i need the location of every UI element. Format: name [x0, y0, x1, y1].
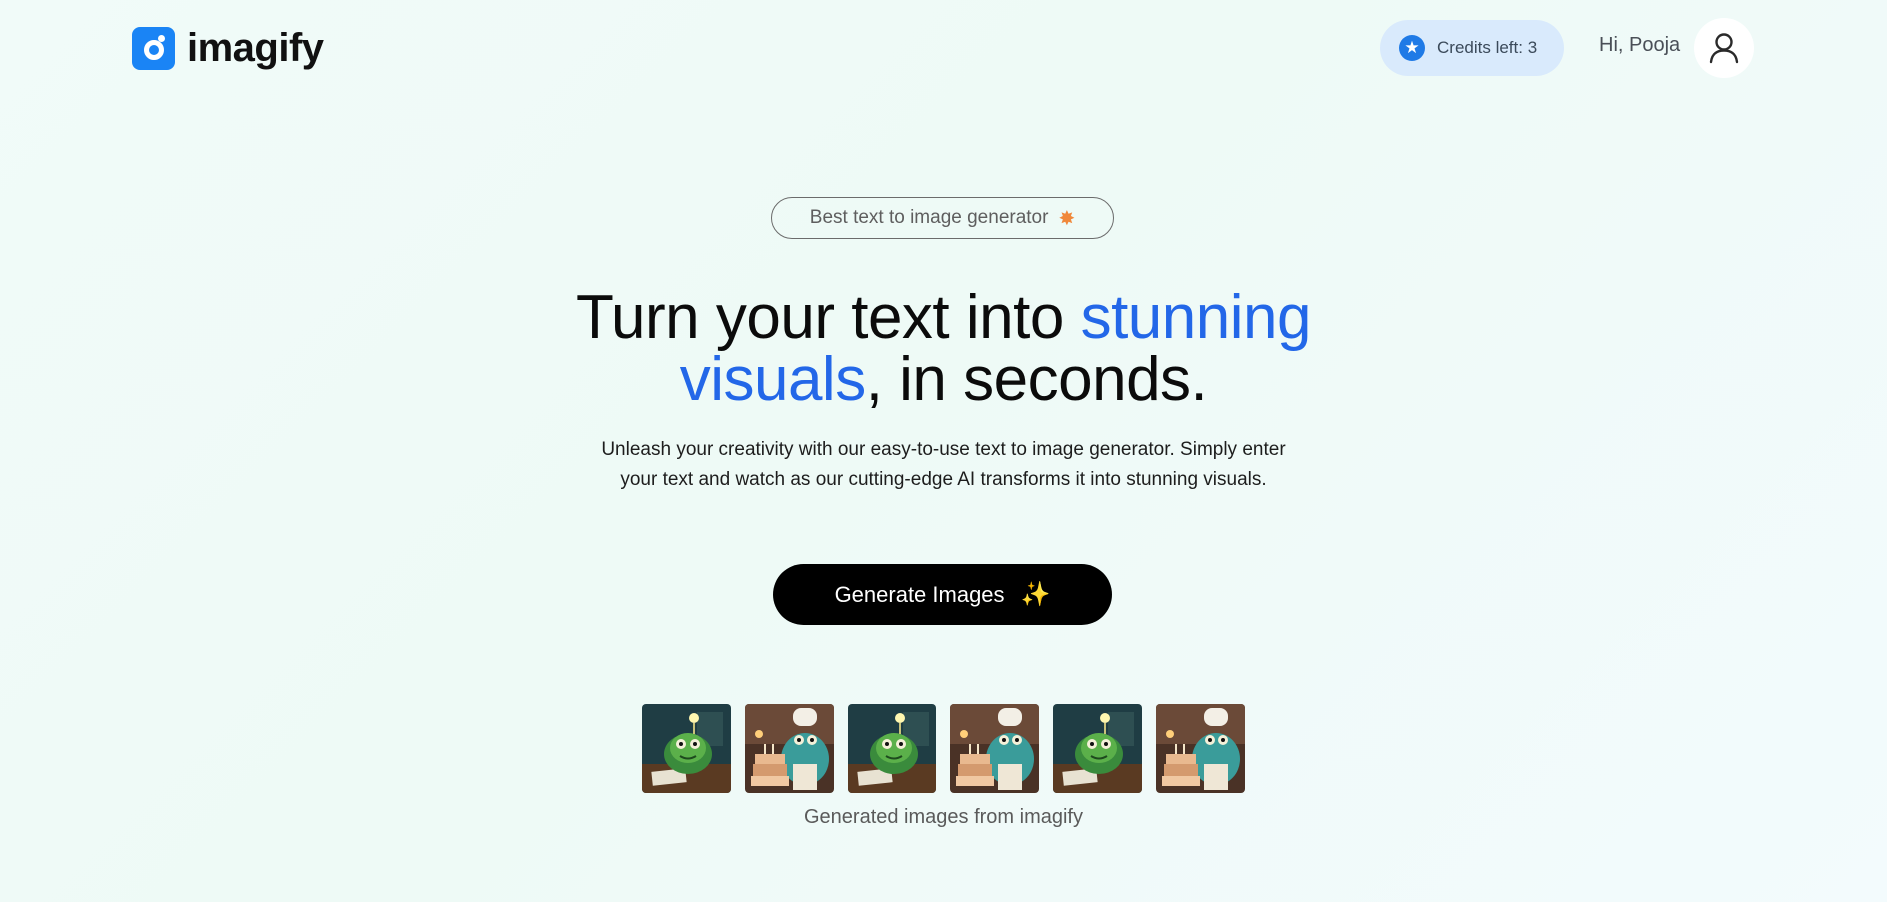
gallery-image[interactable] — [950, 704, 1040, 793]
gallery-image[interactable] — [642, 704, 731, 793]
logo-icon — [132, 26, 175, 70]
logo[interactable]: imagify — [132, 26, 324, 70]
tagline-badge: Best text to image generator ✸ — [771, 197, 1114, 239]
user-avatar[interactable] — [1694, 18, 1754, 78]
generate-images-label: Generate Images — [834, 581, 1005, 607]
sample-gallery — [642, 704, 1245, 794]
user-greeting: Hi, Pooja — [1599, 34, 1681, 56]
top-nav: imagify ★ Credits left: 3 Hi, Pooja — [0, 0, 1887, 96]
user-icon — [1709, 33, 1739, 64]
logo-text: imagify — [187, 26, 324, 70]
gallery-image[interactable] — [744, 704, 834, 793]
headline-text-2: , in seconds. — [865, 345, 1208, 414]
tagline-text: Best text to image generator — [809, 207, 1049, 228]
headline-text-1: Turn your text into — [575, 283, 1081, 352]
headline-accent-1: stunning — [1080, 283, 1312, 352]
gallery-image[interactable] — [1053, 704, 1143, 793]
star-icon: ★ — [1399, 35, 1425, 61]
gallery-caption: Generated images from imagify — [803, 806, 1083, 828]
sparkles-icon: ✨ — [1020, 581, 1051, 608]
generate-images-button[interactable]: Generate Images ✨ — [773, 564, 1112, 625]
hero-headline: Turn your text into stunning visuals, in… — [440, 287, 1447, 411]
credits-button[interactable]: ★ Credits left: 3 — [1380, 20, 1564, 76]
gallery-image[interactable] — [847, 704, 937, 793]
star-burst-icon: ✸ — [1058, 207, 1076, 230]
headline-accent-2: visuals — [679, 345, 867, 414]
credits-label: Credits left: 3 — [1437, 38, 1538, 57]
hero-description: Unleash your creativity with our easy-to… — [601, 439, 1286, 490]
gallery-image[interactable] — [1156, 704, 1245, 793]
